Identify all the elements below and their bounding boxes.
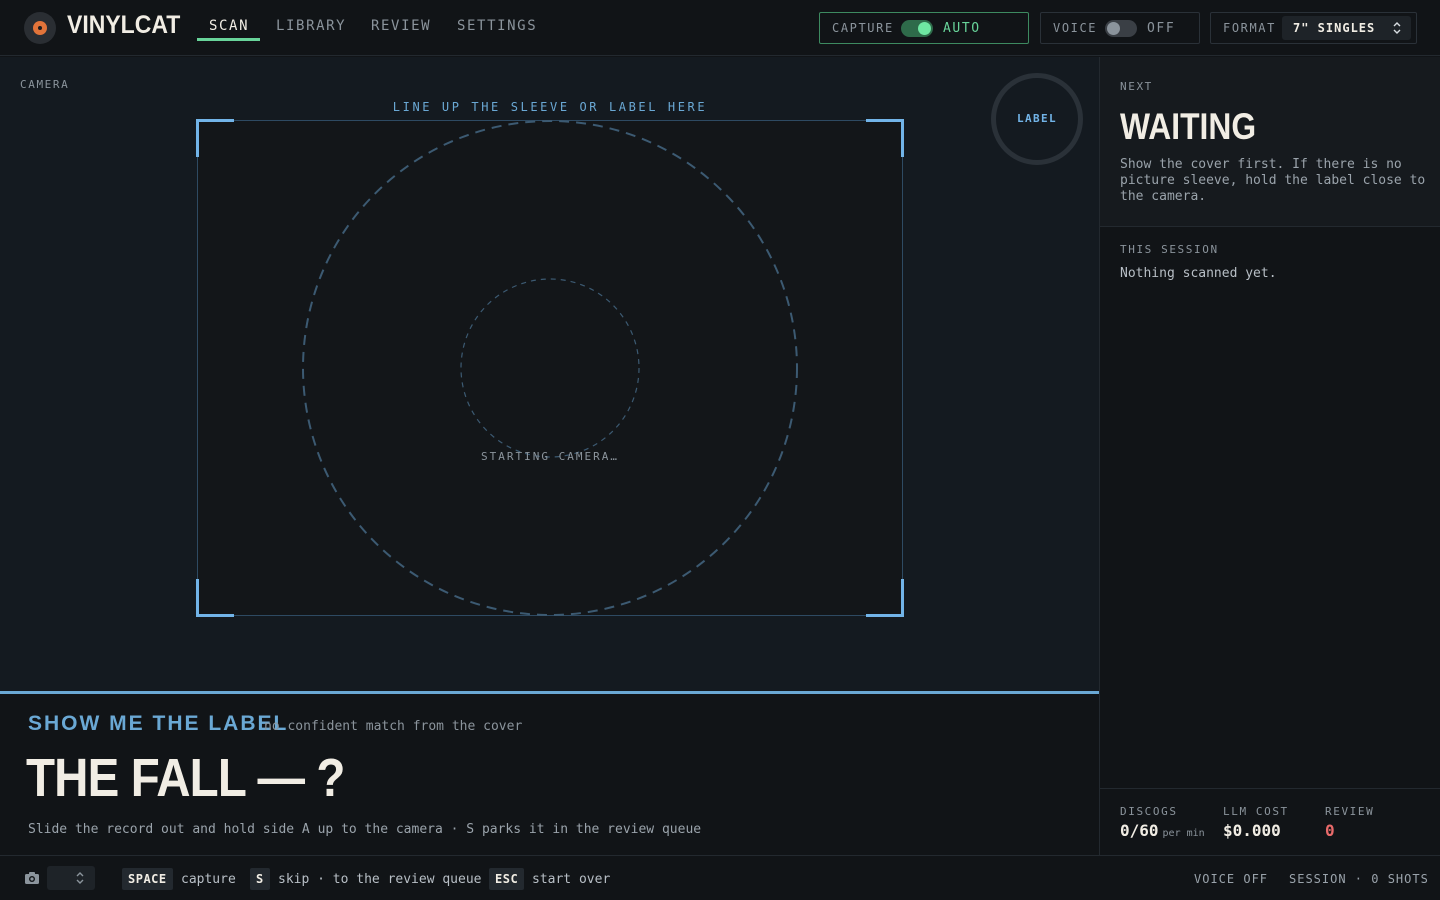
camera-view: CAMERA LINE UP THE SLEEVE OR LABEL HERE …: [0, 57, 1099, 691]
review-count-label: REVIEW: [1325, 805, 1375, 818]
shortcut-desc-start-over: start over: [532, 872, 611, 887]
session-label: THIS SESSION: [1120, 243, 1219, 256]
tab-library[interactable]: LIBRARY: [276, 18, 346, 34]
review-count-value: 0: [1325, 821, 1335, 840]
top-bar: VINYLCAT SCAN LIBRARY REVIEW SETTINGS CA…: [0, 0, 1440, 56]
side-panel: NEXT WAITING Show the cover first. If th…: [1099, 57, 1440, 855]
bottom-bar: SPACE capture S skip · to the review que…: [0, 855, 1440, 900]
label-mode-text: LABEL: [1016, 112, 1058, 125]
stats-bar: DISCOGS 0/60 per min LLM COST $0.000 REVI…: [1100, 788, 1440, 855]
prompt-hint: Slide the record out and hold side A up …: [28, 822, 702, 837]
next-label: NEXT: [1120, 80, 1153, 93]
discogs-rate: 0/60 per min: [1120, 821, 1205, 840]
camera-label: CAMERA: [20, 78, 70, 91]
tab-scan[interactable]: SCAN: [209, 18, 249, 34]
format-control: FORMAT 7" SINGLES: [1210, 12, 1417, 44]
capture-control: CAPTURE AUTO: [819, 12, 1029, 44]
next-step-card: NEXT WAITING Show the cover first. If th…: [1100, 57, 1440, 227]
tab-review[interactable]: REVIEW: [371, 18, 431, 34]
app-title: VINYLCAT: [67, 11, 181, 39]
chevron-up-down-icon: [76, 872, 84, 884]
shortcut-desc-capture: capture: [181, 872, 236, 887]
tab-settings[interactable]: SETTINGS: [457, 18, 537, 34]
next-description: Show the cover first. If there is no pic…: [1120, 157, 1426, 204]
discogs-label: DISCOGS: [1120, 805, 1178, 818]
voice-label: VOICE: [1053, 21, 1098, 35]
format-select[interactable]: 7" SINGLES: [1282, 16, 1411, 40]
record-outline-guide: [302, 120, 798, 616]
shortcut-key-space: SPACE: [122, 868, 173, 890]
capture-toggle[interactable]: [901, 20, 933, 37]
match-title: THE FALL — ?: [26, 748, 345, 808]
session-status: SESSION · 0 SHOTS: [1289, 872, 1429, 886]
voice-control: VOICE OFF: [1040, 12, 1200, 44]
vinyl-record-icon: [24, 12, 56, 44]
camera-device-select[interactable]: [47, 866, 95, 890]
discogs-unit: per min: [1162, 828, 1205, 839]
discogs-value: 0/60: [1120, 821, 1159, 840]
format-selected-value: 7" SINGLES: [1293, 21, 1376, 35]
label-mode-badge: LABEL: [991, 73, 1083, 165]
next-status: WAITING: [1120, 106, 1257, 147]
prompt-heading: SHOW ME THE LABEL: [28, 712, 289, 735]
voice-value: OFF: [1147, 21, 1176, 36]
voice-toggle[interactable]: [1105, 20, 1137, 37]
camera-status-text: STARTING CAMERA…: [481, 450, 619, 463]
shortcut-key-esc: ESC: [489, 868, 525, 890]
capture-label: CAPTURE: [832, 21, 894, 35]
voice-status: VOICE OFF: [1194, 872, 1269, 886]
prompt-subheading: no confident match from the cover: [264, 719, 523, 734]
shortcut-key-s: S: [250, 868, 270, 890]
capture-value: AUTO: [943, 21, 981, 36]
chevron-up-down-icon: [1393, 22, 1401, 34]
llm-cost-label: LLM COST: [1223, 805, 1289, 818]
active-tab-indicator: [197, 38, 260, 41]
llm-cost-value: $0.000: [1223, 821, 1281, 840]
format-label: FORMAT: [1223, 21, 1276, 35]
session-empty-text: Nothing scanned yet.: [1120, 266, 1277, 281]
prompt-panel: SHOW ME THE LABEL no confident match fro…: [0, 691, 1099, 855]
camera-icon: [25, 872, 39, 884]
shortcut-desc-skip: skip · to the review queue: [278, 872, 482, 887]
alignment-guide-text: LINE UP THE SLEEVE OR LABEL HERE: [392, 100, 708, 114]
